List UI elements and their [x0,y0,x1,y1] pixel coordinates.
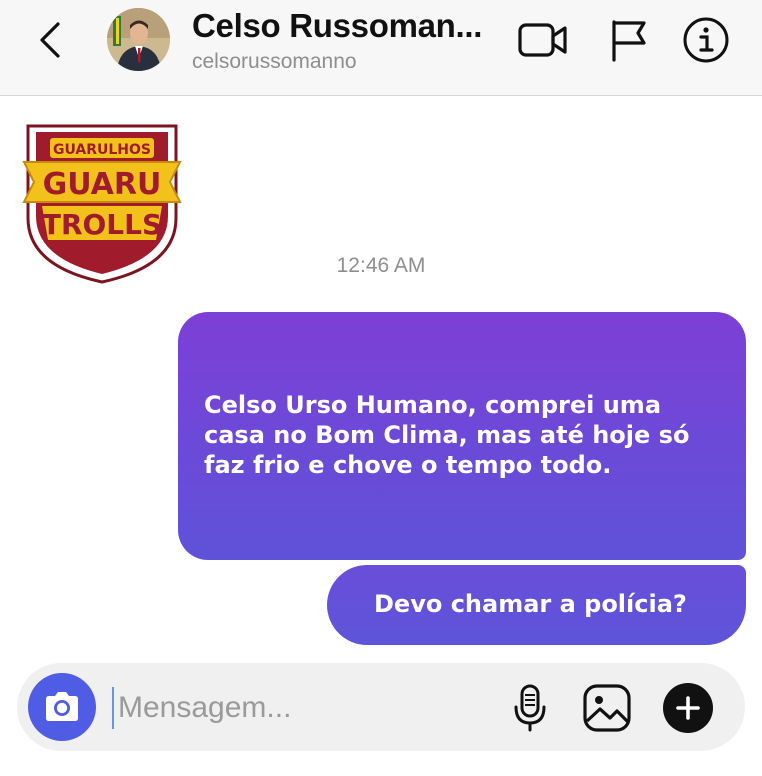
plus-icon [676,696,700,720]
contact-handle: celsorussomanno [192,50,357,73]
video-call-button[interactable] [517,16,569,64]
message-bubble[interactable]: Devo chamar a polícia? [327,565,746,645]
info-button[interactable] [680,16,732,64]
flag-icon [612,20,646,62]
message-text: Celso Urso Humano, comprei uma casa no B… [204,391,690,479]
message-composer [17,663,745,751]
camera-button[interactable] [28,673,96,741]
camera-icon [46,692,78,721]
svg-text:GUARU: GUARU [43,167,162,202]
message-timestamp: 12:46 AM [0,254,762,278]
microphone-icon [514,684,546,732]
message-input[interactable] [112,687,492,729]
avatar[interactable] [107,8,170,71]
video-call-icon [518,23,567,57]
chat-header: Celso Russoman... celsorussomanno [0,0,762,96]
more-options-button[interactable] [663,683,713,733]
voice-message-button[interactable] [505,683,555,733]
message-bubble[interactable]: Celso Urso Humano, comprei uma casa no B… [178,312,746,560]
message-text: Devo chamar a polícia? [374,590,687,618]
info-icon [683,17,729,63]
contact-name[interactable]: Celso Russoman... [192,6,492,46]
svg-text:GUARULHOS: GUARULHOS [53,142,151,158]
gallery-button[interactable] [582,683,632,733]
svg-text:TROLLS: TROLLS [42,208,162,241]
back-button[interactable] [30,18,70,62]
gallery-icon [583,684,631,732]
chevron-left-icon [40,22,60,58]
timestamp-text: 12:46 AM [336,254,426,277]
report-button[interactable] [602,16,654,64]
